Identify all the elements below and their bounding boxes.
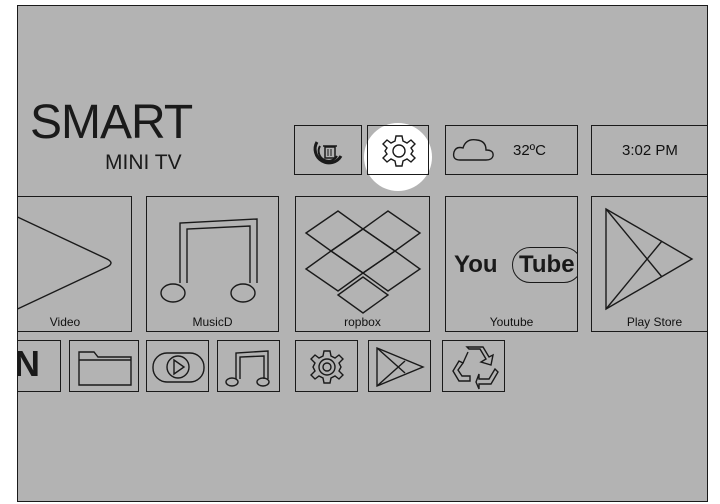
logo-smart-text: SMART bbox=[30, 96, 193, 149]
dock-folder-button[interactable] bbox=[69, 340, 139, 392]
music-note-icon bbox=[160, 218, 258, 303]
app-tile-video[interactable]: Video bbox=[18, 196, 132, 332]
app-label-video: Video bbox=[49, 315, 81, 329]
settings-button[interactable] bbox=[367, 125, 429, 175]
folder-icon bbox=[78, 351, 132, 386]
music-icon bbox=[225, 350, 270, 387]
dock-video-button[interactable] bbox=[146, 340, 209, 392]
tv-screen: SMART MINI TV 32ºC 3:02 PM Video MusicD … bbox=[17, 5, 708, 502]
settings-icon bbox=[310, 350, 344, 384]
app-label-music: MusicD bbox=[192, 315, 233, 329]
dropbox-icon bbox=[304, 210, 422, 314]
youtube-logo-tube: Tube bbox=[512, 247, 577, 283]
dock-partial-tile[interactable] bbox=[18, 340, 61, 392]
temperature-text: 32ºC bbox=[513, 142, 546, 159]
dock-recycle-button[interactable] bbox=[442, 340, 505, 392]
play-store-icon bbox=[376, 346, 425, 388]
app-tile-dropbox[interactable]: ropbox bbox=[295, 196, 430, 332]
app-tile-youtube[interactable]: You Tube Youtube bbox=[445, 196, 578, 332]
app-label-youtube: Youtube bbox=[489, 315, 534, 329]
youtube-logo-you: You bbox=[454, 251, 498, 278]
app-label-play-store: Play Store bbox=[626, 315, 683, 329]
cloud-icon bbox=[452, 138, 494, 161]
clock-widget: 3:02 PM bbox=[591, 125, 707, 175]
smart-mini-tv-logo: SMART MINI TV bbox=[30, 99, 200, 179]
play-triangle-icon bbox=[18, 216, 112, 310]
dock-play-store-button[interactable] bbox=[368, 340, 431, 392]
gear-icon bbox=[382, 135, 416, 167]
video-player-icon bbox=[152, 352, 205, 383]
trash-cleaner-icon bbox=[313, 141, 343, 165]
cleaner-button[interactable] bbox=[294, 125, 362, 175]
weather-widget[interactable]: 32ºC bbox=[445, 125, 578, 175]
dock-settings-button[interactable] bbox=[295, 340, 358, 392]
app-tile-music[interactable]: MusicD bbox=[146, 196, 279, 332]
app-tile-play-store[interactable]: Play Store bbox=[591, 196, 707, 332]
logo-mini-tv-text: MINI TV bbox=[105, 151, 182, 174]
app-label-dropbox: ropbox bbox=[344, 315, 381, 329]
clock-time-text: 3:02 PM bbox=[622, 142, 678, 159]
dock-music-button[interactable] bbox=[217, 340, 280, 392]
play-store-icon bbox=[605, 207, 694, 311]
recycle-icon bbox=[452, 346, 499, 390]
